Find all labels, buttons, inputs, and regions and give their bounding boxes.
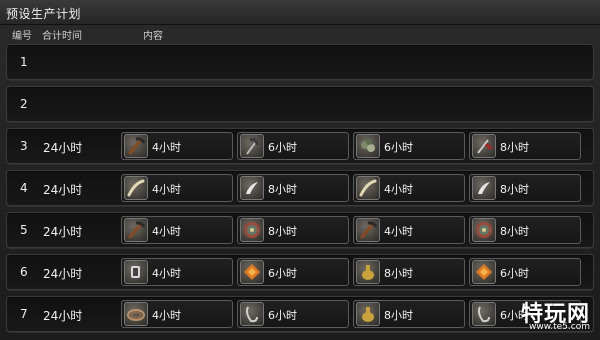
fang-icon (472, 176, 496, 200)
row-number: 3 (20, 139, 28, 153)
slot-duration: 8小时 (500, 141, 529, 154)
production-slot[interactable]: 6小时 (469, 258, 581, 286)
slot-duration: 8小时 (268, 225, 297, 238)
production-slot[interactable]: 4小时 (121, 132, 233, 160)
coiled-rope-icon (124, 302, 148, 326)
horn-icon (124, 176, 148, 200)
production-slot[interactable]: 4小时 (353, 174, 465, 202)
production-slot[interactable]: 8小时 (237, 174, 349, 202)
production-slot[interactable]: 6小时 (237, 300, 349, 328)
row-number: 4 (20, 181, 28, 195)
plan-row[interactable]: 3 24小时 4小时 6小时 6小时 8小时 (6, 128, 594, 164)
gold-vase-icon (356, 260, 380, 284)
row-number: 6 (20, 265, 28, 279)
slot-duration: 6小时 (500, 267, 529, 280)
row-number: 2 (20, 97, 28, 111)
production-slot[interactable]: 8小时 (237, 216, 349, 244)
slot-duration: 6小时 (384, 141, 413, 154)
production-slot[interactable]: 4小时 (121, 258, 233, 286)
row-total-time: 24小时 (43, 267, 83, 281)
disc-icon (240, 218, 264, 242)
plan-row[interactable]: 6 24小时 4小时 6小时 8小时 6小时 (6, 254, 594, 290)
production-slot[interactable]: 6小时 (237, 132, 349, 160)
slot-duration: 8小时 (500, 183, 529, 196)
slot-duration: 4小时 (152, 141, 181, 154)
row-total-time: 24小时 (43, 309, 83, 323)
title-bar: 预设生产计划 (0, 0, 600, 25)
column-headers: 编号 合计时间 内容 (0, 26, 600, 42)
scythe-icon (240, 134, 264, 158)
plan-row[interactable]: 5 24小时 4小时 8小时 4小时 8小时 (6, 212, 594, 248)
header-number: 编号 (12, 31, 32, 42)
production-slot[interactable]: 6小时 (237, 258, 349, 286)
pickaxe-icon (356, 218, 380, 242)
production-slot[interactable]: 4小时 (121, 174, 233, 202)
production-slot[interactable]: 8小时 (469, 216, 581, 244)
slot-duration: 4小时 (384, 225, 413, 238)
production-plan-window: 预设生产计划 编号 合计时间 内容 1 2 3 24小时 4小时 6小时 6小时 8小时 4 24… (0, 0, 600, 340)
wire-hook-icon (472, 302, 496, 326)
row-total-time: 24小时 (43, 141, 83, 155)
row-number: 5 (20, 223, 28, 237)
horn-icon (356, 176, 380, 200)
header-content: 内容 (143, 31, 163, 42)
production-slot[interactable]: 4小时 (353, 216, 465, 244)
plan-row[interactable]: 1 (6, 44, 594, 80)
red-feather-icon (472, 134, 496, 158)
pickaxe-icon (124, 134, 148, 158)
production-slot[interactable]: 4小时 (121, 216, 233, 244)
window-title: 预设生产计划 (6, 7, 82, 21)
disc-icon (472, 218, 496, 242)
gold-vase-icon (356, 302, 380, 326)
slot-duration: 8小时 (268, 183, 297, 196)
row-total-time: 24小时 (43, 225, 83, 239)
slot-duration: 8小时 (384, 309, 413, 322)
row-total-time: 24小时 (43, 183, 83, 197)
production-slot[interactable]: 4小时 (121, 300, 233, 328)
wire-hook-icon (240, 302, 264, 326)
slot-duration: 8小时 (384, 267, 413, 280)
row-number: 7 (20, 307, 28, 321)
production-slot[interactable]: 8小时 (469, 174, 581, 202)
ore-icon (356, 134, 380, 158)
slot-duration: 8小时 (500, 225, 529, 238)
production-slot[interactable]: 8小时 (353, 300, 465, 328)
slot-duration: 4小时 (152, 267, 181, 280)
slot-duration: 6小时 (268, 309, 297, 322)
orange-gem-icon (240, 260, 264, 284)
watermark-url: www.te5.com (529, 322, 590, 332)
row-number: 1 (20, 55, 28, 69)
production-slot[interactable]: 8小时 (353, 258, 465, 286)
slot-duration: 4小时 (152, 225, 181, 238)
site-watermark: 特玩网 www.te5.com (504, 296, 594, 336)
orange-gem-icon (472, 260, 496, 284)
slot-duration: 4小时 (152, 183, 181, 196)
plan-row[interactable]: 2 (6, 86, 594, 122)
fang-icon (240, 176, 264, 200)
slot-duration: 6小时 (268, 267, 297, 280)
production-slot[interactable]: 8小时 (469, 132, 581, 160)
slot-duration: 4小时 (152, 309, 181, 322)
production-slot[interactable]: 6小时 (353, 132, 465, 160)
slot-duration: 4小时 (384, 183, 413, 196)
plan-row[interactable]: 4 24小时 4小时 8小时 4小时 8小时 (6, 170, 594, 206)
header-total-time: 合计时间 (42, 31, 82, 42)
gauntlet-icon (124, 260, 148, 284)
pickaxe-icon (124, 218, 148, 242)
slot-duration: 6小时 (268, 141, 297, 154)
